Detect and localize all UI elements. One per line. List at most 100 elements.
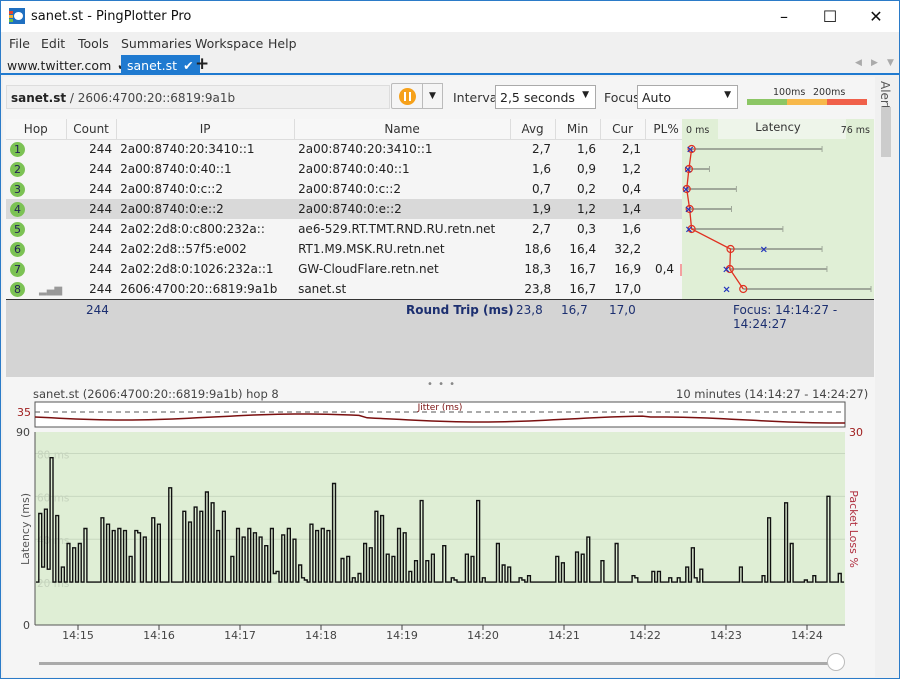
hop-row[interactable]: 4 244 2a00:8740:0:e::2 2a00:8740:0:e::2 1,9 1… [6, 199, 688, 219]
summary-cur: 17,0 [609, 303, 636, 317]
hop-pl: 0,4 [654, 262, 675, 276]
pause-dropdown-button[interactable]: ▼ [423, 83, 443, 109]
col-cur[interactable]: Cur [600, 119, 646, 140]
menu-summaries[interactable]: Summaries [121, 36, 192, 51]
focus-range: Focus: 14:14:27 - 14:24:27 [733, 303, 838, 331]
hop-min: 0,9 [576, 162, 597, 176]
interval-select[interactable]: 2,5 seconds ▼ [495, 85, 596, 109]
col-min[interactable]: Min [555, 119, 601, 140]
hop-min: 16,7 [569, 262, 597, 276]
hop-row[interactable]: 7 244 2a02:2d8:0:1026:232a::1 GW-CloudFlare… [6, 259, 687, 279]
menu-bar: File Edit Tools Summaries Workspace Help [1, 32, 899, 54]
menu-tools[interactable]: Tools [78, 36, 109, 51]
col-count[interactable]: Count [66, 119, 117, 140]
summary-min: 16,7 [561, 303, 588, 317]
latency-timeline-chart[interactable]: 35 Jitter (ms)20 ms40 ms60 ms80 ms090 30La… [3, 397, 875, 657]
hop-avg: 18,3 [524, 262, 552, 276]
target-separator: / [66, 91, 78, 105]
hop-ip: 2a00:8740:0:e::2 [116, 199, 295, 219]
hop-avg: 1,9 [510, 199, 556, 219]
latency-graph[interactable]: 0 ms Latency 76 ms × × × × × × × × [682, 119, 874, 299]
time-slider-track[interactable] [39, 662, 837, 665]
maximize-button[interactable]: ☐ [807, 1, 853, 32]
hop-avg: 1,6 [531, 162, 552, 176]
y-axis-label: Latency (ms) [19, 493, 32, 565]
scale-warn-bar [787, 99, 827, 105]
hop-row[interactable]: 1 244 2a00:8740:20:3410::1 2a00:8740:20:341… [6, 139, 687, 159]
target-ip: 2606:4700:20::6819:9a1b [77, 91, 236, 105]
hop-number-badge: 5 [10, 221, 25, 237]
focus-label: Focus [604, 90, 640, 105]
pingplotter-logo-icon [9, 8, 25, 24]
hop-number-badge: 8 [10, 281, 25, 297]
scrollbar[interactable] [881, 107, 891, 157]
alerts-panel[interactable]: Alerts [875, 77, 899, 677]
hop-ip: 2a02:2d8:0:1026:232a::1 [120, 262, 274, 276]
title-bar: sanet.st - PingPlotter Pro – ☐ ✕ [1, 1, 899, 32]
minimize-button[interactable]: – [761, 1, 807, 32]
hop-cur: 1,4 [600, 199, 646, 219]
menu-workspace[interactable]: Workspace [195, 36, 263, 51]
y2-axis-label: Packet Loss % [847, 490, 860, 568]
hop-row[interactable]: 8 ▂▄▆ 244 2606:4700:20::6819:9a1b sanet.st 23… [6, 279, 687, 299]
col-hop[interactable]: Hop [6, 119, 67, 140]
col-ip[interactable]: IP [116, 119, 295, 140]
target-field[interactable]: sanet.st / 2606:4700:20::6819:9a1b [6, 85, 390, 109]
scale-100-label: 100ms [773, 87, 806, 98]
hop-cur: 1,6 [621, 222, 642, 236]
tab-label: www.twitter.com [7, 58, 112, 73]
tab-next-icon[interactable]: ▶ [871, 58, 878, 68]
cur-latency-marker: × [722, 285, 730, 296]
target-name: sanet.st [11, 91, 67, 105]
hop-row[interactable]: 2 244 2a00:8740:0:40::1 2a00:8740:0:40::1 1,… [6, 159, 687, 179]
hop-avg: 2,7 [531, 142, 552, 157]
hop-min: 16,4 [569, 242, 597, 256]
hop-cur: 0,4 [621, 182, 642, 196]
splitter-handle[interactable]: • • • [427, 379, 456, 390]
hop-name: sanet.st [298, 282, 347, 296]
hop-number-badge: 2 [10, 161, 25, 177]
cur-latency-marker: × [685, 225, 693, 236]
hop-row[interactable]: 3 244 2a00:8740:0:c::2 2a00:8740:0:c::2 0,7 0… [6, 179, 687, 199]
x-tick-label: 14:18 [305, 629, 337, 642]
y-tick-label: 90 [16, 426, 30, 439]
x-tick-label: 14:22 [629, 629, 661, 642]
tab-twitter[interactable]: www.twitter.com✔ [1, 55, 134, 75]
hop-cur: 2,1 [621, 142, 642, 157]
add-tab-button[interactable]: + [195, 54, 209, 74]
hops-table: Hop Count IP Name Avg Min Cur PL% 1 244 2a… [6, 119, 688, 299]
menu-file[interactable]: File [9, 36, 30, 51]
interval-label: Interval [453, 90, 501, 105]
hop-ip: 2606:4700:20::6819:9a1b [120, 282, 278, 296]
hop-avg: 18,6 [524, 242, 552, 256]
hop-row[interactable]: 5 244 2a02:2d8:0:c800:232a:: ae6-529.RT.TMT… [6, 219, 687, 239]
col-avg[interactable]: Avg [510, 119, 556, 140]
tab-prev-icon[interactable]: ◀ [855, 58, 862, 68]
x-tick-label: 14:16 [143, 629, 175, 642]
tab-menu-icon[interactable]: ▼ [887, 58, 894, 68]
tab-sanet[interactable]: sanet.st ✔ [121, 55, 200, 75]
hop-name: 2a00:8740:0:40::1 [298, 162, 410, 176]
hop-name: RT1.M9.MSK.RU.retn.net [298, 242, 445, 256]
window-title: sanet.st - PingPlotter Pro [31, 9, 192, 24]
hop-row[interactable]: 6 244 2a02:2d8::57f5:e002 RT1.M9.MSK.RU.ret… [6, 239, 687, 259]
app-window: sanet.st - PingPlotter Pro – ☐ ✕ File Ed… [0, 0, 900, 679]
col-name[interactable]: Name [294, 119, 511, 140]
summary-row: 244 Round Trip (ms) 23,8 16,7 17,0 Focus… [6, 299, 874, 377]
x-tick-label: 14:24 [791, 629, 823, 642]
menu-edit[interactable]: Edit [41, 36, 65, 51]
focus-select[interactable]: Auto ▼ [637, 85, 738, 109]
cur-latency-marker: × [722, 265, 730, 276]
pause-button[interactable] [391, 83, 423, 109]
summary-count: 244 [86, 303, 109, 317]
menu-help[interactable]: Help [268, 36, 297, 51]
hop-avg: 2,7 [531, 222, 552, 236]
close-button[interactable]: ✕ [853, 1, 899, 32]
x-tick-label: 14:20 [467, 629, 499, 642]
hop-count: 244 [89, 162, 113, 176]
bar-chart-icon[interactable]: ▂▄▆ [39, 285, 62, 296]
col-pl[interactable]: PL% [645, 119, 688, 140]
hop-cur: 32,2 [614, 242, 642, 256]
hop-ip: 2a02:2d8:0:c800:232a:: [120, 222, 265, 236]
time-slider-handle[interactable] [827, 653, 845, 671]
